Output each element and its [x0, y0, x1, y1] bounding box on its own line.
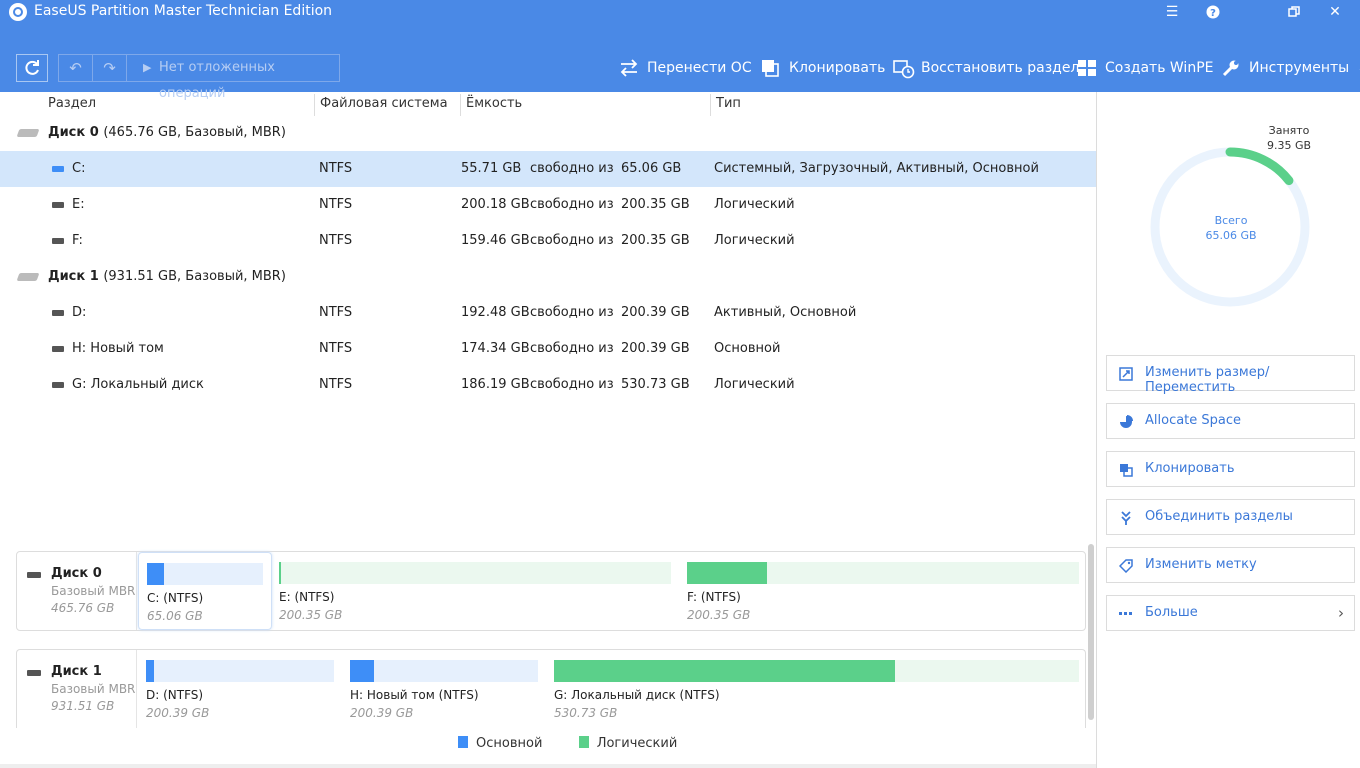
partition-row[interactable]: E: NTFS 200.18 GB свободно из 200.35 GB … [0, 187, 1096, 223]
disk-map-segment[interactable]: D: (NTFS) 200.39 GB [138, 650, 342, 728]
wrench-icon [1221, 59, 1241, 77]
disk-map-segment[interactable]: F: (NTFS) 200.35 GB [679, 552, 1087, 630]
tools-menu-button[interactable]: Инструменты ⌄ [1221, 58, 1360, 78]
disk-icon [16, 129, 40, 137]
more-icon [1119, 607, 1133, 621]
resize-move-button[interactable]: Изменить размер/Переместить [1106, 355, 1355, 395]
create-winpe-button[interactable]: Создать WinPE [1077, 58, 1214, 78]
clone-icon [761, 59, 781, 77]
tag-icon [1118, 559, 1133, 574]
pie-icon [1119, 415, 1133, 429]
column-filesystem[interactable]: Файловая система [320, 96, 448, 114]
refresh-icon [25, 60, 39, 75]
drive-icon [52, 382, 64, 388]
merge-icon [1119, 511, 1133, 525]
disk-map-segment[interactable]: G: Локальный диск (NTFS) 530.73 GB [546, 650, 1087, 728]
disk-map-segment[interactable]: H: Новый том (NTFS) 200.39 GB [342, 650, 546, 728]
partition-row[interactable]: C: NTFS 55.71 GB свободно из 65.06 GB Си… [0, 151, 1096, 187]
disk-icon [16, 273, 40, 281]
allocate-space-button[interactable]: Allocate Space [1106, 403, 1355, 439]
used-label: Занято 9.35 GB [1267, 124, 1312, 152]
usage-bar [687, 562, 1079, 584]
chevron-right-icon: › [1338, 604, 1344, 622]
merge-partitions-button[interactable]: Объединить разделы [1106, 499, 1355, 535]
disk-map-segment[interactable]: C: (NTFS) 65.06 GB [138, 552, 272, 630]
disk-icon [27, 670, 41, 676]
disk-map: Диск 1 Базовый MBR 931.51 GB D: (NTFS) 2… [16, 649, 1086, 728]
redo-button[interactable]: ↷ [93, 55, 127, 81]
transfer-icon [619, 59, 639, 77]
disk-icon [27, 572, 41, 578]
resize-icon [1119, 367, 1133, 381]
drive-icon [52, 238, 64, 244]
disk-map-segment[interactable]: E: (NTFS) 200.35 GB [271, 552, 679, 630]
undo-button[interactable]: ↶ [59, 55, 93, 81]
partition-row[interactable]: D: NTFS 192.48 GB свободно из 200.39 GB … [0, 295, 1096, 331]
usage-bar [147, 563, 263, 585]
title-bar: EaseUS Partition Master Technician Editi… [0, 0, 1360, 101]
operations-toolbar: ↶ ↷ ▶ Нет отложенных операций [58, 54, 340, 101]
total-label: Всего 65.06 GB [1205, 214, 1257, 242]
system-drive-icon [52, 166, 64, 172]
partition-row[interactable]: H: Новый том NTFS 174.34 GB свободно из … [0, 331, 1096, 367]
usage-bar-fill [279, 562, 281, 584]
logical-swatch [578, 736, 589, 748]
partition-list: Раздел Файловая система Ёмкость Тип Диск… [0, 92, 1096, 542]
menu-icon[interactable]: ☰ [1157, 2, 1187, 22]
legend: Основной Логический [458, 736, 677, 751]
disk-map-header[interactable]: Диск 0 Базовый MBR 465.76 GB [17, 552, 137, 630]
drive-icon [52, 202, 64, 208]
disk-row[interactable]: Диск 1 (931.51 GB, Базовый, MBR) [0, 264, 1096, 292]
usage-bar [554, 660, 1079, 682]
usage-bar [146, 660, 334, 682]
migrate-os-button[interactable]: Перенести ОС [619, 58, 752, 78]
right-panel: Занято 9.35 GB Всего 65.06 GB Изменить р… [1097, 92, 1360, 768]
column-partition[interactable]: Раздел [48, 96, 96, 114]
disk-map-header[interactable]: Диск 1 Базовый MBR 931.51 GB [17, 650, 137, 728]
usage-bar [350, 660, 538, 682]
partition-row[interactable]: G: Локальный диск NTFS 186.19 GB свободн… [0, 367, 1096, 403]
usage-bar-fill [554, 660, 895, 682]
refresh-button[interactable] [16, 54, 48, 82]
windows-icon [1077, 59, 1097, 77]
usage-bar-fill [146, 660, 154, 682]
svg-text:?: ? [1210, 8, 1216, 19]
recover-icon [893, 59, 915, 79]
usage-bar [279, 562, 671, 584]
clone-partition-button[interactable]: Клонировать [1106, 451, 1355, 487]
primary-swatch [458, 736, 468, 748]
clone-icon [1119, 463, 1133, 477]
close-icon[interactable]: ✕ [1320, 2, 1350, 22]
play-icon: ▶ [143, 61, 152, 74]
partition-row[interactable]: F: NTFS 159.46 GB свободно из 200.35 GB … [0, 223, 1096, 259]
drive-icon [52, 346, 64, 352]
recover-partition-button[interactable]: Восстановить раздел [893, 58, 1079, 79]
disk-map: Диск 0 Базовый MBR 465.76 GB C: (NTFS) 6… [16, 551, 1086, 631]
usage-bar-fill [350, 660, 374, 682]
usage-bar-fill [687, 562, 767, 584]
disk-row[interactable]: Диск 0 (465.76 GB, Базовый, MBR) [0, 120, 1096, 148]
app-logo-icon [9, 3, 27, 21]
more-button[interactable]: Больше › [1106, 595, 1355, 631]
disk-map-scrollbar[interactable] [1088, 544, 1094, 720]
help-icon[interactable]: ? [1198, 2, 1228, 22]
change-label-button[interactable]: Изменить метку [1106, 547, 1355, 583]
status-strip [0, 764, 1096, 768]
clone-button[interactable]: Клонировать [761, 58, 885, 78]
column-capacity[interactable]: Ёмкость [466, 96, 522, 114]
usage-bar-fill [147, 563, 164, 585]
app-title: EaseUS Partition Master Technician Editi… [34, 3, 333, 19]
restore-icon[interactable] [1279, 2, 1309, 22]
column-type[interactable]: Тип [716, 96, 741, 114]
drive-icon [52, 310, 64, 316]
